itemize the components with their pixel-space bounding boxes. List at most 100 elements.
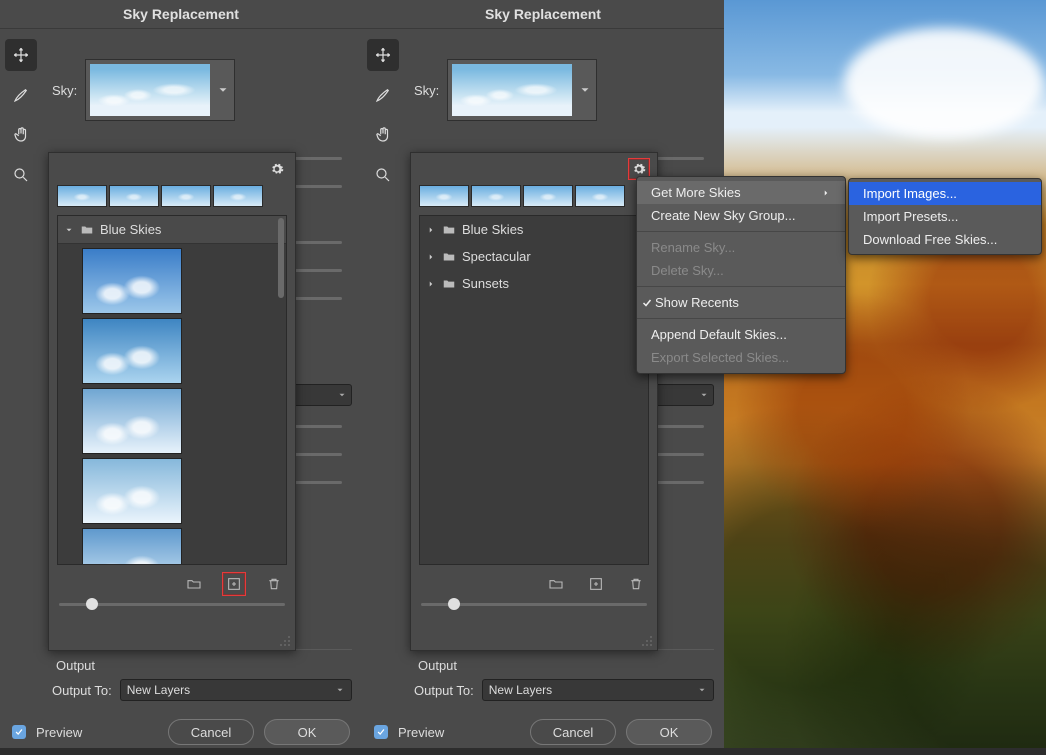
sky-preset-picker[interactable] xyxy=(447,59,597,121)
recent-sky-thumb[interactable] xyxy=(471,185,521,207)
menu-export-selected-skies: Export Selected Skies... xyxy=(637,346,845,369)
tree-folder-blue-skies[interactable]: Blue Skies xyxy=(420,216,648,243)
sky-thumbnails xyxy=(58,244,286,565)
folder-icon xyxy=(442,277,456,291)
tree-folder-label: Sunsets xyxy=(462,276,509,291)
cancel-button[interactable]: Cancel xyxy=(530,719,616,745)
output-section: Output Output To: New Layers xyxy=(414,649,714,701)
menu-show-recents[interactable]: Show Recents xyxy=(637,291,845,314)
recent-sky-thumb[interactable] xyxy=(523,185,573,207)
recent-sky-thumb[interactable] xyxy=(109,185,159,207)
tree-folder-label: Spectacular xyxy=(462,249,531,264)
menu-separator xyxy=(637,231,845,232)
sky-picker-popover-right: Blue Skies Spectacular Sunsets xyxy=(410,152,658,651)
menu-delete-sky: Delete Sky... xyxy=(637,259,845,282)
panel-footer: Preview Cancel OK xyxy=(0,709,362,755)
sky-preset-picker[interactable] xyxy=(85,59,235,121)
menu-separator xyxy=(637,286,845,287)
brush-tool-icon[interactable] xyxy=(5,79,37,111)
chevron-right-icon xyxy=(426,252,436,262)
output-to-label: Output To: xyxy=(414,683,474,698)
menu-create-new-sky-group[interactable]: Create New Sky Group... xyxy=(637,204,845,227)
hand-tool-icon[interactable] xyxy=(367,119,399,151)
folder-icon[interactable] xyxy=(545,573,567,595)
panel-title: Sky Replacement xyxy=(362,0,724,29)
sky-tree[interactable]: Blue Skies Spectacular Sunsets xyxy=(419,215,649,565)
add-sky-icon[interactable] xyxy=(223,573,245,595)
output-to-value: New Layers xyxy=(127,683,190,697)
output-to-value: New Layers xyxy=(489,683,552,697)
tree-folder-label: Blue Skies xyxy=(100,222,161,237)
zoom-tool-icon[interactable] xyxy=(367,159,399,191)
tree-folder-blue-skies[interactable]: Blue Skies xyxy=(58,216,286,244)
menu-get-more-skies[interactable]: Get More Skies xyxy=(637,181,845,204)
folder-icon xyxy=(80,223,94,237)
cancel-button[interactable]: Cancel xyxy=(168,719,254,745)
sky-label: Sky: xyxy=(414,83,439,98)
sky-preset-thumb[interactable] xyxy=(82,388,182,454)
submenu-import-presets[interactable]: Import Presets... xyxy=(849,205,1041,228)
panel-title: Sky Replacement xyxy=(0,0,362,29)
hand-tool-icon[interactable] xyxy=(5,119,37,151)
resize-grip-icon[interactable] xyxy=(279,635,291,647)
sky-preset-thumb[interactable] xyxy=(82,458,182,524)
output-to-select[interactable]: New Layers xyxy=(120,679,352,701)
brush-tool-icon[interactable] xyxy=(367,79,399,111)
move-tool-icon[interactable] xyxy=(5,39,37,71)
zoom-tool-icon[interactable] xyxy=(5,159,37,191)
panel-toolbar xyxy=(0,29,42,709)
thumbnail-size-slider[interactable] xyxy=(411,603,657,612)
output-to-select[interactable]: New Layers xyxy=(482,679,714,701)
tree-folder-spectacular[interactable]: Spectacular xyxy=(420,243,648,270)
recent-sky-thumb[interactable] xyxy=(161,185,211,207)
resize-grip-icon[interactable] xyxy=(641,635,653,647)
preview-label: Preview xyxy=(36,725,82,740)
ok-button[interactable]: OK xyxy=(264,719,350,745)
sky-tree[interactable]: Blue Skies xyxy=(57,215,287,565)
chevron-down-icon xyxy=(64,225,74,235)
folder-icon[interactable] xyxy=(183,573,205,595)
tree-folder-sunsets[interactable]: Sunsets xyxy=(420,270,648,297)
trash-icon[interactable] xyxy=(625,573,647,595)
add-sky-icon[interactable] xyxy=(585,573,607,595)
sky-preset-thumb[interactable] xyxy=(82,528,182,565)
preview-checkbox[interactable] xyxy=(374,725,388,739)
output-to-label: Output To: xyxy=(52,683,112,698)
sky-picker-popover-left: Blue Skies xyxy=(48,152,296,651)
recent-sky-thumb[interactable] xyxy=(57,185,107,207)
trash-icon[interactable] xyxy=(263,573,285,595)
scrollbar-thumb[interactable] xyxy=(278,218,284,298)
recent-sky-thumb[interactable] xyxy=(575,185,625,207)
recent-skies-row xyxy=(411,185,657,215)
chevron-right-icon xyxy=(821,188,831,198)
panel-footer: Preview Cancel OK xyxy=(362,709,724,755)
tree-folder-label: Blue Skies xyxy=(462,222,523,237)
output-heading: Output xyxy=(414,658,714,673)
output-heading: Output xyxy=(52,658,352,673)
sky-preset-thumb[interactable] xyxy=(82,318,182,384)
output-section: Output Output To: New Layers xyxy=(52,649,352,701)
sky-thumbnail xyxy=(90,64,210,116)
preview-checkbox[interactable] xyxy=(12,725,26,739)
thumbnail-size-slider[interactable] xyxy=(49,603,295,612)
gear-context-menu: Get More Skies Create New Sky Group... R… xyxy=(636,176,846,374)
recent-sky-thumb[interactable] xyxy=(213,185,263,207)
sky-label: Sky: xyxy=(52,83,77,98)
submenu-import-images[interactable]: Import Images... xyxy=(849,182,1041,205)
sky-preset-thumb[interactable] xyxy=(82,248,182,314)
get-more-skies-submenu: Import Images... Import Presets... Downl… xyxy=(848,178,1042,255)
ok-button[interactable]: OK xyxy=(626,719,712,745)
move-tool-icon[interactable] xyxy=(367,39,399,71)
folder-icon xyxy=(442,250,456,264)
folder-icon xyxy=(442,223,456,237)
menu-rename-sky: Rename Sky... xyxy=(637,236,845,259)
menu-append-default-skies[interactable]: Append Default Skies... xyxy=(637,323,845,346)
submenu-download-free-skies[interactable]: Download Free Skies... xyxy=(849,228,1041,251)
sky-thumbnail xyxy=(452,64,572,116)
gear-icon[interactable] xyxy=(267,159,287,179)
preview-label: Preview xyxy=(398,725,444,740)
menu-separator xyxy=(637,318,845,319)
panel-toolbar xyxy=(362,29,404,709)
recent-sky-thumb[interactable] xyxy=(419,185,469,207)
document-canvas xyxy=(724,0,1046,748)
